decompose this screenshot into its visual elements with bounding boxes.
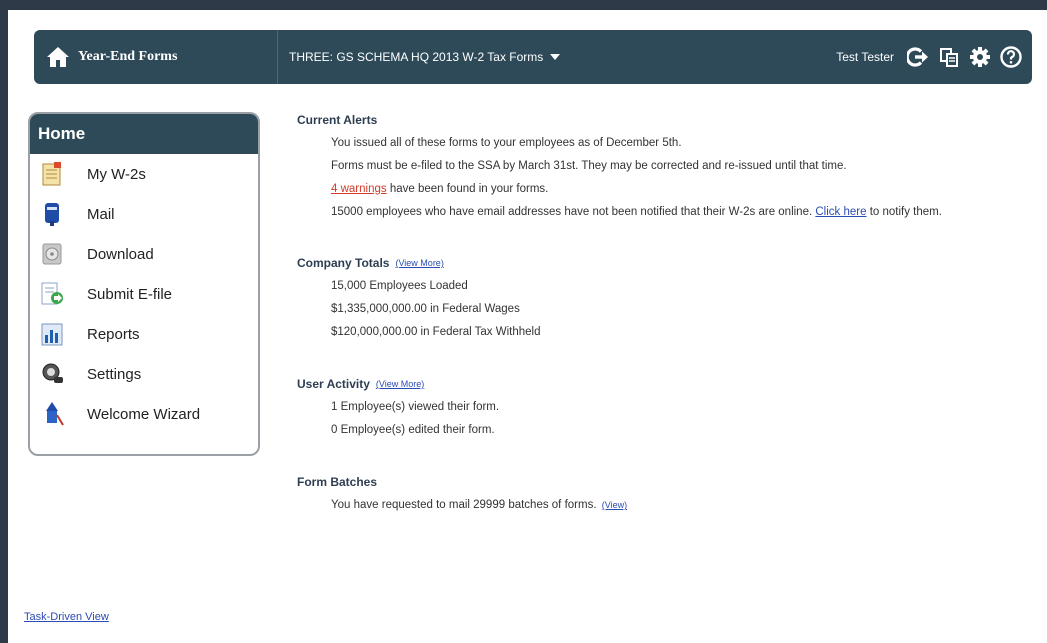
warnings-link[interactable]: 4 warnings — [331, 183, 387, 195]
menu-item-label: Welcome Wizard — [87, 405, 201, 423]
alert-efile-deadline-text: Forms must be e-filed to the SSA by Marc… — [331, 160, 847, 172]
form-batches-line: You have requested to mail 29999 batches… — [297, 498, 1032, 512]
user-name: Test Tester — [836, 50, 894, 64]
total-employees-loaded: 15,000 Employees Loaded — [331, 280, 468, 292]
notify-text: 15000 employees who have email addresses… — [331, 206, 816, 218]
form-batches-view-link[interactable]: (View) — [602, 500, 627, 510]
menu-item-mail[interactable]: Mail — [30, 194, 258, 234]
menu-item-label: Submit E-file — [87, 285, 173, 303]
menu-item-label: Mail — [87, 205, 115, 223]
home-menu-panel: Home My W-2s Mail Download Submit E-file… — [28, 112, 260, 456]
help-icon[interactable] — [1000, 46, 1022, 68]
w2-document-icon — [39, 161, 65, 187]
reports-chart-icon — [39, 321, 65, 347]
submit-efile-icon — [39, 281, 65, 307]
brand-title: Year-End Forms — [78, 49, 178, 64]
wizard-icon — [39, 401, 65, 427]
total-federal-tax-withheld: $120,000,000.00 in Federal Tax Withheld — [331, 326, 541, 338]
home-icon — [47, 47, 69, 67]
schema-dropdown[interactable]: THREE: GS SCHEMA HQ 2013 W-2 Tax Forms — [289, 30, 561, 84]
employees-viewed-form: 1 Employee(s) viewed their form. — [331, 401, 500, 413]
menu-item-download[interactable]: Download — [30, 234, 258, 274]
gear-icon[interactable] — [969, 46, 991, 68]
user-activity-view-more-link[interactable]: (View More) — [376, 379, 424, 389]
employees-edited-form: 0 Employee(s) edited their form. — [331, 424, 495, 436]
top-navigation-bar: Year-End Forms THREE: GS SCHEMA HQ 2013 … — [34, 30, 1032, 84]
form-batches-section: Form Batches You have requested to mail … — [297, 472, 1032, 512]
logout-icon[interactable] — [907, 46, 929, 68]
menu-item-label: My W-2s — [87, 165, 146, 183]
company-totals-header: Company Totals (View More) — [297, 253, 1032, 273]
current-alerts-section: Current Alerts You issued all of these f… — [297, 110, 1032, 219]
home-menu-title: Home — [30, 114, 258, 154]
menu-item-label: Reports — [87, 325, 140, 343]
window-top-edge — [0, 0, 1047, 10]
alert-notify-line: 15000 employees who have email addresses… — [297, 205, 1032, 219]
settings-icon — [39, 361, 65, 387]
schema-dropdown-label: THREE: GS SCHEMA HQ 2013 W-2 Tax Forms — [289, 50, 544, 64]
user-activity-header: User Activity (View More) — [297, 374, 1032, 394]
main-content: Current Alerts You issued all of these f… — [297, 110, 1032, 521]
company-totals-view-more-link[interactable]: (View More) — [395, 258, 443, 268]
user-activity-section: User Activity (View More) 1 Employee(s) v… — [297, 374, 1032, 437]
menu-item-label: Settings — [87, 365, 142, 383]
company-totals-heading: Company Totals — [297, 256, 390, 270]
app-frame: Year-End Forms THREE: GS SCHEMA HQ 2013 … — [0, 0, 1047, 643]
mailbox-icon — [39, 201, 65, 227]
alert-warnings-line: 4 warnings have been found in your forms… — [297, 182, 1032, 196]
home-menu-list: My W-2s Mail Download Submit E-file Repo… — [30, 154, 258, 434]
menu-item-my-w2s[interactable]: My W-2s — [30, 154, 258, 194]
form-batches-text: You have requested to mail 29999 batches… — [331, 499, 597, 511]
notify-text-end: to notify them. — [866, 206, 942, 218]
total-federal-wages: $1,335,000,000.00 in Federal Wages — [331, 303, 520, 315]
menu-item-welcome-wizard[interactable]: Welcome Wizard — [30, 394, 258, 434]
menu-item-label: Download — [87, 245, 154, 263]
disc-download-icon — [39, 241, 65, 267]
chevron-down-icon — [550, 54, 561, 60]
warnings-text: have been found in your forms. — [386, 183, 549, 195]
header-tools: Test Tester — [836, 30, 1022, 84]
current-alerts-heading: Current Alerts — [297, 113, 378, 127]
brand-home-link[interactable]: Year-End Forms — [34, 30, 278, 84]
window-left-edge — [0, 0, 8, 643]
form-batches-heading: Form Batches — [297, 475, 378, 489]
company-totals-section: Company Totals (View More) 15,000 Employe… — [297, 253, 1032, 339]
notify-click-here-link[interactable]: Click here — [815, 206, 866, 218]
task-driven-view-link[interactable]: Task-Driven View — [24, 611, 109, 623]
user-activity-heading: User Activity — [297, 377, 370, 391]
copy-icon[interactable] — [938, 46, 960, 68]
menu-item-submit-efile[interactable]: Submit E-file — [30, 274, 258, 314]
menu-item-reports[interactable]: Reports — [30, 314, 258, 354]
menu-item-settings[interactable]: Settings — [30, 354, 258, 394]
alert-issued-text: You issued all of these forms to your em… — [331, 137, 682, 149]
